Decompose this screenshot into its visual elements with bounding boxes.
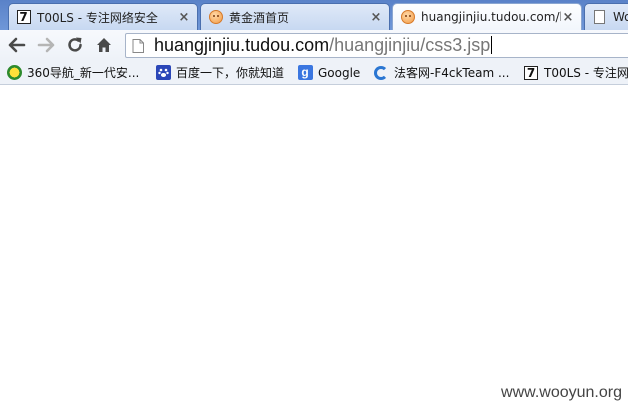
smiley-favicon-icon	[208, 10, 223, 25]
page-icon	[132, 38, 144, 53]
tab-strip: 7 T00LS - 专注网络安全 × 黄金酒首页 × huangjinjiu.t…	[0, 0, 628, 30]
t7-logo-icon: 7	[16, 10, 31, 25]
smiley-favicon-icon	[400, 10, 415, 25]
bookmarks-bar: 360导航_新一代安... 百度一下，你就知道 g Google 法客网-F4c…	[0, 60, 628, 85]
tab-title: Wo	[613, 10, 628, 24]
page-content: www.wooyun.org	[0, 85, 628, 406]
tab-title: T00LS - 专注网络安全	[37, 10, 158, 25]
url-path: /huangjinjiu/css3.jsp	[329, 35, 491, 55]
bookmark-360[interactable]: 360导航_新一代安...	[6, 64, 139, 81]
reload-button[interactable]	[64, 34, 86, 56]
tab-title: huangjinjiu.tudou.com/h	[421, 10, 561, 24]
f4ck-icon	[373, 65, 389, 81]
forward-button[interactable]	[35, 34, 57, 56]
forward-arrow-icon	[37, 37, 55, 53]
back-button[interactable]	[6, 34, 28, 56]
bookmark-baidu[interactable]: 百度一下，你就知道	[155, 64, 284, 81]
url-text[interactable]: huangjinjiu.tudou.com/huangjinjiu/css3.j…	[154, 35, 493, 56]
tab-close-icon[interactable]: ×	[561, 10, 575, 25]
bookmark-label: Google	[318, 65, 361, 80]
tab-close-icon[interactable]: ×	[177, 10, 191, 25]
watermark-text: www.wooyun.org	[501, 384, 622, 401]
bookmark-f4ckteam[interactable]: 法客网-F4ckTeam ...	[373, 64, 509, 81]
reload-icon	[68, 37, 82, 52]
bookmark-label: 法客网-F4ckTeam ...	[394, 66, 510, 80]
tab-wo[interactable]: Wo	[584, 3, 628, 30]
text-caret	[491, 36, 493, 54]
360-icon	[6, 65, 22, 81]
home-icon	[97, 38, 111, 52]
tab-t00ls[interactable]: 7 T00LS - 专注网络安全 ×	[8, 3, 198, 30]
home-button[interactable]	[93, 34, 115, 56]
browser-toolbar: huangjinjiu.tudou.com/huangjinjiu/css3.j…	[0, 30, 628, 60]
address-bar[interactable]: huangjinjiu.tudou.com/huangjinjiu/css3.j…	[125, 33, 628, 58]
tab-title: 黄金酒首页	[229, 10, 290, 25]
tab-huangjinjiu-css3[interactable]: huangjinjiu.tudou.com/h ×	[392, 3, 582, 30]
bookmark-t00ls[interactable]: 7 T00LS - 专注网	[523, 64, 628, 81]
tab-huangjinjiu-home[interactable]: 黄金酒首页 ×	[200, 3, 390, 30]
document-icon	[592, 10, 607, 25]
back-arrow-icon	[8, 37, 26, 53]
bookmark-label: 百度一下，你就知道	[176, 66, 285, 80]
bookmark-label: 360导航_新一代安...	[27, 66, 140, 80]
google-icon: g	[297, 65, 313, 81]
baidu-paw-icon	[155, 65, 171, 81]
bookmark-label: T00LS - 专注网	[544, 66, 628, 80]
tab-close-icon[interactable]: ×	[369, 10, 383, 25]
url-host: huangjinjiu.tudou.com	[154, 35, 330, 55]
t7-logo-icon: 7	[523, 65, 539, 81]
bookmark-google[interactable]: g Google	[297, 64, 360, 81]
